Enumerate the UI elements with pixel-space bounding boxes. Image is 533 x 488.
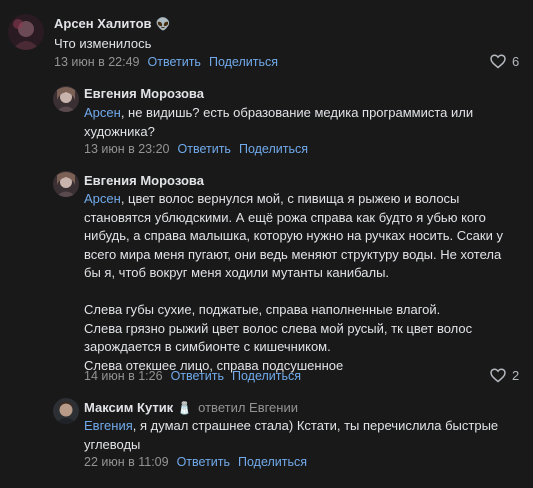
author-name[interactable]: Арсен Халитов (54, 16, 152, 31)
avatar[interactable] (53, 398, 79, 424)
alien-icon: 👽 (155, 17, 171, 31)
comment-meta: 13 июн в 22:49 Ответить Поделиться (54, 55, 278, 69)
comment-meta: 22 июн в 11:09 Ответить Поделиться (84, 455, 307, 469)
share-button[interactable]: Поделиться (238, 455, 307, 469)
reply-button[interactable]: Ответить (178, 142, 231, 156)
comment-time[interactable]: 14 июн в 1:26 (84, 369, 163, 383)
avatar[interactable] (53, 171, 79, 197)
comment-meta: 13 июн в 23:20 Ответить Поделиться (84, 142, 308, 156)
comment-author[interactable]: Арсен Халитов 👽 (54, 16, 171, 31)
comment-text: Евгения, я думал страшнее стала) Кстати,… (84, 417, 498, 454)
comment-body: Что изменилось (54, 36, 152, 51)
reply-button[interactable]: Ответить (177, 455, 230, 469)
mention-link[interactable]: Арсен (84, 105, 121, 120)
like-count: 6 (512, 54, 520, 69)
comment-thread: Арсен Халитов 👽 Что изменилось 13 июн в 2… (0, 0, 533, 488)
heart-icon (490, 368, 506, 383)
author-name[interactable]: Максим Кутик (84, 400, 173, 415)
comment-time[interactable]: 13 июн в 23:20 (84, 142, 170, 156)
comment-body: , не видишь? есть образование медика про… (84, 105, 474, 139)
share-button[interactable]: Поделиться (239, 142, 308, 156)
mention-link[interactable]: Арсен (84, 191, 121, 206)
comment-time[interactable]: 13 июн в 22:49 (54, 55, 140, 69)
reply-button[interactable]: Ответить (171, 369, 224, 383)
like-count: 2 (512, 368, 520, 383)
comment-text: Арсен, цвет волос вернулся мой, с пивища… (84, 190, 503, 375)
comment-author[interactable]: Евгения Морозова (84, 173, 204, 188)
comment-time[interactable]: 22 июн в 11:09 (84, 455, 169, 469)
like-button[interactable]: 2 (490, 368, 519, 383)
heart-icon (490, 54, 506, 69)
share-button[interactable]: Поделиться (232, 369, 301, 383)
comment-author[interactable]: Максим Кутик 🧂 ответил Евгении (84, 400, 298, 415)
replied-to[interactable]: ответил Евгении (198, 400, 298, 415)
salt-icon: 🧂 (177, 401, 193, 415)
comment-meta: 14 июн в 1:26 Ответить Поделиться (84, 369, 301, 383)
author-name[interactable]: Евгения Морозова (84, 173, 204, 188)
author-name[interactable]: Евгения Морозова (84, 86, 204, 101)
comment-text: Что изменилось (54, 35, 151, 54)
mention-link[interactable]: Евгения (84, 418, 133, 433)
avatar[interactable] (53, 86, 79, 112)
share-button[interactable]: Поделиться (209, 55, 278, 69)
comment-text: Арсен, не видишь? есть образование медик… (84, 104, 473, 141)
avatar[interactable] (8, 14, 44, 50)
like-button[interactable]: 6 (490, 54, 519, 69)
comment-author[interactable]: Евгения Морозова (84, 86, 204, 101)
comment-body: , цвет волос вернулся мой, с пивища я ры… (84, 191, 503, 373)
reply-button[interactable]: Ответить (148, 55, 201, 69)
comment-body: , я думал страшнее стала) Кстати, ты пер… (84, 418, 499, 452)
